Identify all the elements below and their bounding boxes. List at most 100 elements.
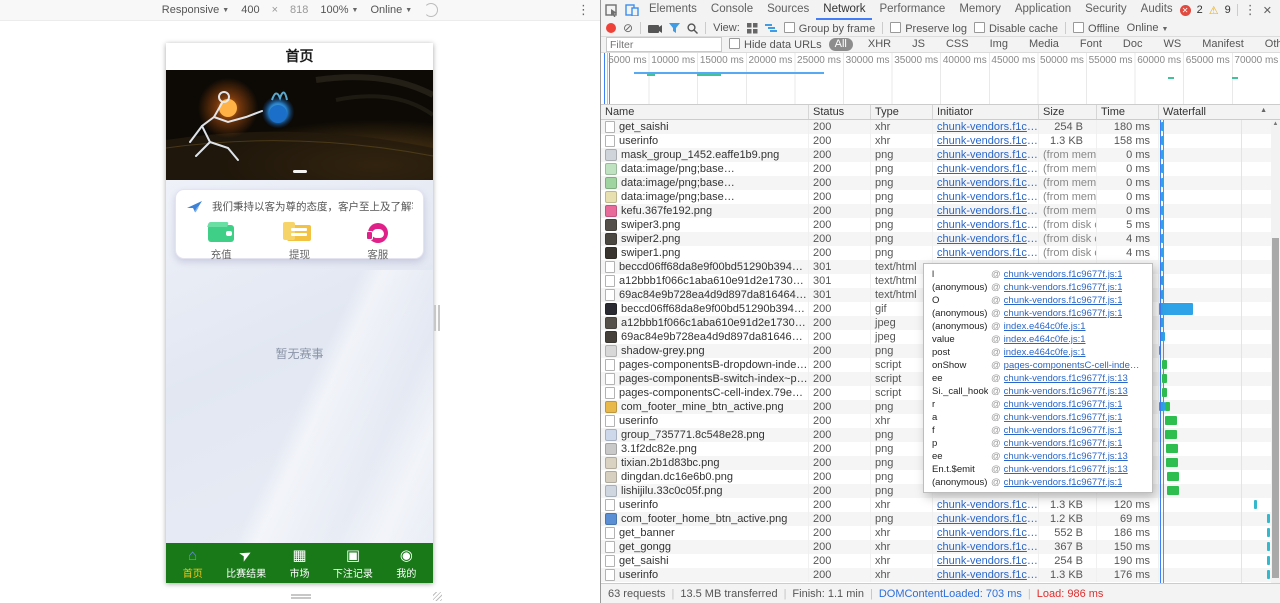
hide-data-urls-checkbox[interactable]: Hide data URLs bbox=[729, 38, 822, 51]
quick-action[interactable]: 提现 bbox=[269, 221, 329, 262]
tab-item[interactable]: ◉ 我的 bbox=[380, 543, 433, 583]
table-row[interactable]: get_saishi 200 xhr chunk-vendors.f1c9677… bbox=[601, 554, 1280, 568]
initiator-link[interactable]: chunk-vendors.f1c9677f.j… bbox=[933, 176, 1039, 190]
search-icon[interactable] bbox=[687, 22, 699, 34]
table-row[interactable]: userinfo 200 xhr chunk-vendors.f1c9677f.… bbox=[601, 134, 1280, 148]
stack-frame-source-link[interactable]: pages-componentsC-cell-index.79ee0afc.js… bbox=[1004, 359, 1144, 372]
rotate-icon[interactable] bbox=[424, 3, 439, 17]
viewport-resize-handle-bottom[interactable] bbox=[291, 594, 311, 599]
column-header-status[interactable]: Status bbox=[809, 105, 871, 119]
stack-frame-source-link[interactable]: chunk-vendors.f1c9677f.js:1 bbox=[1004, 294, 1123, 307]
request-type-filter[interactable]: XHR bbox=[862, 38, 897, 51]
initiator-link[interactable]: chunk-vendors.f1c9677f.j… bbox=[933, 134, 1039, 148]
banner-carousel[interactable] bbox=[166, 70, 433, 180]
initiator-link[interactable]: chunk-vendors.f1c9677f.j… bbox=[933, 498, 1039, 512]
table-row[interactable]: kefu.367fe192.png 200 png chunk-vendors.… bbox=[601, 204, 1280, 218]
initiator-link[interactable]: chunk-vendors.f1c9677f.j… bbox=[933, 512, 1039, 526]
scrollbar-thumb[interactable] bbox=[1272, 238, 1279, 578]
sort-arrow-icon[interactable]: ▲ bbox=[1260, 107, 1267, 114]
stack-frame-source-link[interactable]: index.e464c0fe.js:1 bbox=[1004, 320, 1086, 333]
devtools-tab[interactable]: Audits bbox=[1134, 0, 1180, 20]
table-row[interactable]: data:image/png;base… 200 png chunk-vendo… bbox=[601, 176, 1280, 190]
devtools-tab[interactable]: Memory bbox=[952, 0, 1008, 20]
viewport-resize-handle-corner[interactable] bbox=[433, 592, 442, 601]
stack-frame-source-link[interactable]: chunk-vendors.f1c9677f.js:1 bbox=[1004, 476, 1123, 489]
table-row[interactable]: get_gongg 200 xhr chunk-vendors.f1c9677f… bbox=[601, 540, 1280, 554]
request-type-filter[interactable]: WS bbox=[1157, 38, 1187, 51]
initiator-link[interactable]: chunk-vendors.f1c9677f.j… bbox=[933, 540, 1039, 554]
tab-item[interactable]: ▦ 市场 bbox=[273, 543, 326, 583]
stack-frame-source-link[interactable]: chunk-vendors.f1c9677f.js:13 bbox=[1004, 372, 1128, 385]
table-row[interactable]: swiper2.png 200 png chunk-vendors.f1c967… bbox=[601, 232, 1280, 246]
devtools-tab[interactable]: Sources bbox=[760, 0, 816, 20]
column-header-time[interactable]: Time bbox=[1097, 105, 1159, 119]
device-toolbar-menu-icon[interactable]: ⋮ bbox=[577, 2, 590, 18]
network-overview-timeline[interactable]: 5000 ms 10000 ms 15000 ms 20000 ms 25000 ms 3… bbox=[601, 53, 1280, 105]
stack-frame-source-link[interactable]: index.e464c0fe.js:1 bbox=[1004, 346, 1086, 359]
initiator-link[interactable]: chunk-vendors.f1c9677f.j… bbox=[933, 148, 1039, 162]
initiator-link[interactable]: chunk-vendors.f1c9677f.j… bbox=[933, 204, 1039, 218]
initiator-link[interactable]: chunk-vendors.f1c9677f.j… bbox=[933, 232, 1039, 246]
offline-checkbox[interactable]: Offline bbox=[1073, 21, 1120, 35]
request-type-filter[interactable]: CSS bbox=[940, 38, 975, 51]
stack-frame-source-link[interactable]: chunk-vendors.f1c9677f.js:1 bbox=[1004, 398, 1123, 411]
viewport-width-field[interactable]: 400 bbox=[241, 4, 259, 16]
stack-frame-source-link[interactable]: chunk-vendors.f1c9677f.js:13 bbox=[1004, 450, 1128, 463]
request-type-filter[interactable]: Doc bbox=[1117, 38, 1149, 51]
devtools-menu-icon[interactable]: ⋮ bbox=[1244, 2, 1257, 18]
initiator-link[interactable]: chunk-vendors.f1c9677f.j… bbox=[933, 526, 1039, 540]
scrollbar[interactable]: ▲ bbox=[1271, 120, 1280, 583]
warning-badge-icon[interactable]: ⚠ bbox=[1209, 4, 1219, 17]
table-row[interactable]: get_saishi 200 xhr chunk-vendors.f1c9677… bbox=[601, 120, 1280, 134]
stack-frame-source-link[interactable]: chunk-vendors.f1c9677f.js:1 bbox=[1004, 424, 1123, 437]
request-type-filter[interactable]: Other bbox=[1259, 38, 1280, 51]
table-row[interactable]: mask_group_1452.eaffe1b9.png 200 png chu… bbox=[601, 148, 1280, 162]
group-by-frame-checkbox[interactable]: Group by frame bbox=[783, 21, 875, 35]
request-type-filter[interactable]: Img bbox=[984, 38, 1014, 51]
stack-frame-source-link[interactable]: chunk-vendors.f1c9677f.js:1 bbox=[1004, 268, 1123, 281]
record-icon[interactable] bbox=[606, 23, 616, 33]
table-row[interactable]: data:image/png;base… 200 png chunk-vendo… bbox=[601, 190, 1280, 204]
close-icon[interactable]: ✕ bbox=[1263, 4, 1272, 17]
grid-view-icon[interactable] bbox=[746, 22, 758, 34]
table-row[interactable]: userinfo 200 xhr chunk-vendors.f1c9677f.… bbox=[601, 568, 1280, 582]
stack-frame-source-link[interactable]: chunk-vendors.f1c9677f.js:1 bbox=[1004, 281, 1123, 294]
load-time[interactable]: Load: 986 ms bbox=[1037, 588, 1104, 600]
request-type-filter[interactable]: Media bbox=[1023, 38, 1065, 51]
viewport-height-field[interactable]: 818 bbox=[290, 4, 308, 16]
devtools-tab[interactable]: Security bbox=[1078, 0, 1134, 20]
request-type-filter[interactable]: JS bbox=[906, 38, 931, 51]
dom-content-loaded-time[interactable]: DOMContentLoaded: 703 ms bbox=[879, 588, 1022, 600]
zoom-dropdown[interactable]: 100% ▼ bbox=[320, 4, 358, 16]
devtools-tab[interactable]: Performance bbox=[872, 0, 952, 20]
devtools-tab[interactable]: Console bbox=[704, 0, 760, 20]
filter-input[interactable] bbox=[606, 37, 722, 52]
table-row[interactable]: com_footer_home_btn_active.png 200 png c… bbox=[601, 512, 1280, 526]
request-type-filter[interactable]: Manifest bbox=[1196, 38, 1250, 51]
throttle-dropdown[interactable]: Online ▼ bbox=[370, 4, 412, 16]
initiator-link[interactable]: chunk-vendors.f1c9677f.j… bbox=[933, 246, 1039, 260]
devtools-tab[interactable]: Elements bbox=[642, 0, 704, 20]
stack-frame-source-link[interactable]: chunk-vendors.f1c9677f.js:13 bbox=[1004, 463, 1128, 476]
quick-action[interactable]: 客服 bbox=[348, 221, 408, 262]
stack-frame-source-link[interactable]: chunk-vendors.f1c9677f.js:13 bbox=[1004, 385, 1128, 398]
initiator-link[interactable]: chunk-vendors.f1c9677f.j… bbox=[933, 120, 1039, 134]
request-type-filter[interactable]: Font bbox=[1074, 38, 1108, 51]
preserve-log-checkbox[interactable]: Preserve log bbox=[890, 21, 967, 35]
device-type-dropdown[interactable]: Responsive ▼ bbox=[162, 4, 229, 16]
screenshot-capture-icon[interactable] bbox=[648, 23, 663, 33]
error-badge-icon[interactable]: ✕ bbox=[1179, 4, 1191, 16]
tab-item[interactable]: ▣ 下注记录 bbox=[326, 543, 379, 583]
scrollbar-up-icon[interactable]: ▲ bbox=[1271, 121, 1280, 127]
initiator-link[interactable]: chunk-vendors.f1c9677f.j… bbox=[933, 162, 1039, 176]
quick-action[interactable]: 充值 bbox=[191, 221, 251, 262]
stack-frame-source-link[interactable]: chunk-vendors.f1c9677f.js:1 bbox=[1004, 411, 1123, 424]
device-toolbar-toggle-icon[interactable] bbox=[621, 0, 641, 20]
initiator-link[interactable]: chunk-vendors.f1c9677f.j… bbox=[933, 568, 1039, 582]
initiator-link[interactable]: chunk-vendors.f1c9677f.j… bbox=[933, 554, 1039, 568]
tab-item[interactable]: ➤ 比赛结果 bbox=[219, 543, 272, 583]
tab-item[interactable]: ⌂ 首页 bbox=[166, 543, 219, 583]
table-row[interactable]: get_banner 200 xhr chunk-vendors.f1c9677… bbox=[601, 526, 1280, 540]
table-row[interactable]: swiper1.png 200 png chunk-vendors.f1c967… bbox=[601, 246, 1280, 260]
filter-funnel-icon[interactable] bbox=[669, 23, 681, 33]
